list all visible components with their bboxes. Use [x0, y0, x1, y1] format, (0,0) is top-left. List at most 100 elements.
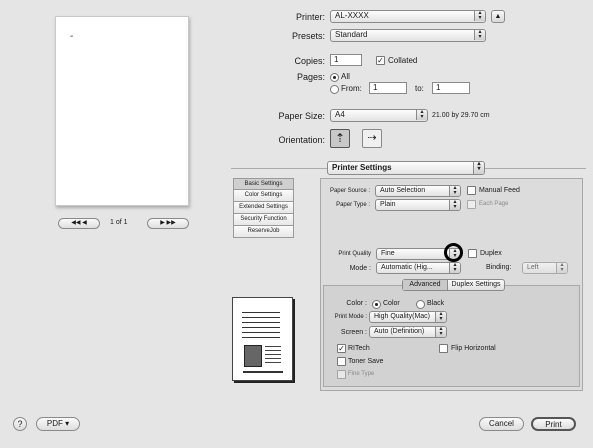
screen-value: Auto (Definition): [374, 328, 425, 335]
select-arrows-icon: ▴ ▾: [449, 186, 460, 196]
print-quality-label: Print Quality: [338, 251, 371, 257]
thumbnail-photo: [244, 345, 262, 367]
pages-from-field[interactable]: 1: [369, 82, 407, 94]
tab-security-function[interactable]: Security Function: [233, 214, 294, 226]
select-arrows-icon: ▴ ▾: [473, 162, 484, 174]
color-label: Color :: [346, 300, 367, 307]
pages-to-field[interactable]: 1: [432, 82, 470, 94]
expand-disclosure-button[interactable]: ▲: [491, 10, 505, 23]
mode-label: Mode :: [349, 265, 371, 272]
tab-reserve-job[interactable]: ReserveJob: [233, 226, 294, 238]
select-arrows-icon: ▴ ▾: [449, 200, 460, 210]
duplex-checkbox[interactable]: [468, 249, 477, 258]
portrait-person-icon: ⇡: [334, 131, 346, 145]
black-option-label: Black: [427, 300, 445, 307]
presets-label: Presets:: [291, 31, 325, 41]
binding-label: Binding:: [486, 264, 512, 271]
previous-page-button[interactable]: ◀◀ ◀: [58, 218, 100, 229]
pdf-menu-button[interactable]: PDF ▾: [36, 417, 80, 431]
each-page-checkbox[interactable]: [467, 200, 476, 209]
highlight-circle: [444, 243, 463, 262]
copies-label: Copies:: [294, 56, 325, 66]
copies-field[interactable]: 1: [330, 54, 362, 66]
portrait-orientation-button[interactable]: ⇡: [330, 129, 350, 148]
manual-feed-checkbox[interactable]: [467, 186, 476, 195]
black-radio[interactable]: [416, 300, 425, 309]
collated-label: Collated: [388, 56, 418, 65]
paper-size-label: Paper Size:: [278, 111, 325, 121]
select-arrows-icon: ▴ ▾: [435, 327, 446, 337]
thumbnail-text-lines: [242, 312, 280, 342]
duplex-label: Duplex: [480, 250, 502, 257]
orientation-label: Orientation:: [278, 135, 325, 145]
pages-all-label: All: [341, 72, 350, 81]
print-mode-value: High Quality(Mac): [374, 313, 431, 320]
advanced-segment[interactable]: Advanced: [403, 280, 448, 290]
paper-type-select[interactable]: Plain ▴ ▾: [375, 199, 461, 211]
print-mode-label: Print Mode :: [334, 314, 367, 320]
landscape-orientation-button[interactable]: ⇢: [362, 129, 382, 148]
paper-source-label: Paper Source :: [329, 188, 370, 194]
toner-save-label: Toner Save: [348, 358, 384, 365]
presets-select[interactable]: Standard ▴ ▾: [330, 29, 486, 42]
tab-color-settings[interactable]: Color Settings: [233, 190, 294, 202]
toner-save-checkbox[interactable]: [337, 357, 346, 366]
manual-feed-label: Manual Feed: [479, 187, 520, 194]
select-arrows-icon: ▴ ▾: [435, 312, 446, 322]
mode-select[interactable]: Automatic (Hig... ▴ ▾: [376, 262, 461, 274]
ritech-label: RITech: [348, 345, 370, 352]
pages-from-radio[interactable]: [330, 85, 339, 94]
fine-type-label: Fine Type: [348, 371, 375, 377]
pages-all-radio[interactable]: [330, 73, 339, 82]
presets-value: Standard: [335, 30, 368, 39]
flip-horizontal-label: Flip Horizontal: [451, 345, 496, 352]
select-arrows-icon: ▴ ▾: [416, 110, 427, 120]
tab-extended-settings[interactable]: Extended Settings: [233, 202, 294, 214]
paper-source-select[interactable]: Auto Selection ▴ ▾: [375, 185, 461, 197]
ritech-checkbox[interactable]: ✓: [337, 344, 346, 353]
help-button[interactable]: ?: [13, 417, 27, 431]
paper-size-select[interactable]: A4 ▴ ▾: [330, 109, 428, 122]
paper-type-value: Plain: [380, 201, 396, 208]
binding-select[interactable]: Left ▴ ▾: [522, 262, 568, 274]
color-radio[interactable]: [372, 300, 381, 309]
document-thumbnail: [232, 297, 293, 381]
pages-to-label: to:: [415, 84, 424, 93]
fine-type-checkbox[interactable]: [337, 370, 346, 379]
select-arrows-icon: ▴ ▾: [474, 30, 485, 40]
collated-checkbox[interactable]: ✓: [376, 56, 385, 65]
cursor-mark: -: [70, 31, 74, 42]
screen-select[interactable]: Auto (Definition) ▴ ▾: [369, 326, 447, 338]
advanced-segmented-control: Advanced Duplex Settings: [402, 279, 505, 291]
duplex-settings-segment[interactable]: Duplex Settings: [448, 280, 504, 290]
pages-label: Pages:: [296, 72, 325, 82]
each-page-label: Each Page: [479, 201, 509, 207]
color-option-label: Color: [383, 300, 400, 307]
thumbnail-caption-lines: [265, 346, 281, 366]
section-menu-value: Printer Settings: [332, 163, 392, 172]
paper-size-value: A4: [335, 110, 345, 119]
select-arrows-icon: ▴ ▾: [556, 263, 567, 273]
binding-value: Left: [527, 264, 539, 271]
print-mode-select[interactable]: High Quality(Mac) ▴ ▾: [369, 311, 447, 323]
print-quality-value: Fine: [381, 250, 395, 257]
thumbnail-footer-line: [243, 371, 283, 373]
tab-basic-settings[interactable]: Basic Settings: [233, 178, 294, 190]
preview-page: -: [55, 16, 189, 206]
pages-from-label: From:: [341, 84, 362, 93]
mode-value: Automatic (Hig...: [381, 264, 433, 271]
flip-horizontal-checkbox[interactable]: [439, 344, 448, 353]
paper-dimensions: 21.00 by 29.70 cm: [432, 112, 490, 119]
cancel-button[interactable]: Cancel: [479, 417, 524, 431]
page-indicator: 1 of 1: [110, 219, 128, 226]
section-menu-select[interactable]: Printer Settings ▴ ▾: [327, 161, 485, 175]
select-arrows-icon: ▴ ▾: [449, 263, 460, 273]
landscape-person-icon: ⇢: [367, 132, 377, 144]
print-button[interactable]: Print: [531, 417, 576, 431]
printer-label: Printer:: [295, 12, 325, 22]
paper-type-label: Paper Type :: [336, 202, 370, 208]
printer-select[interactable]: AL-XXXX ▴ ▾: [330, 10, 486, 23]
select-arrows-icon: ▴ ▾: [474, 11, 485, 21]
next-page-button[interactable]: ▶ ▶▶: [147, 218, 189, 229]
screen-label: Screen :: [340, 329, 367, 336]
